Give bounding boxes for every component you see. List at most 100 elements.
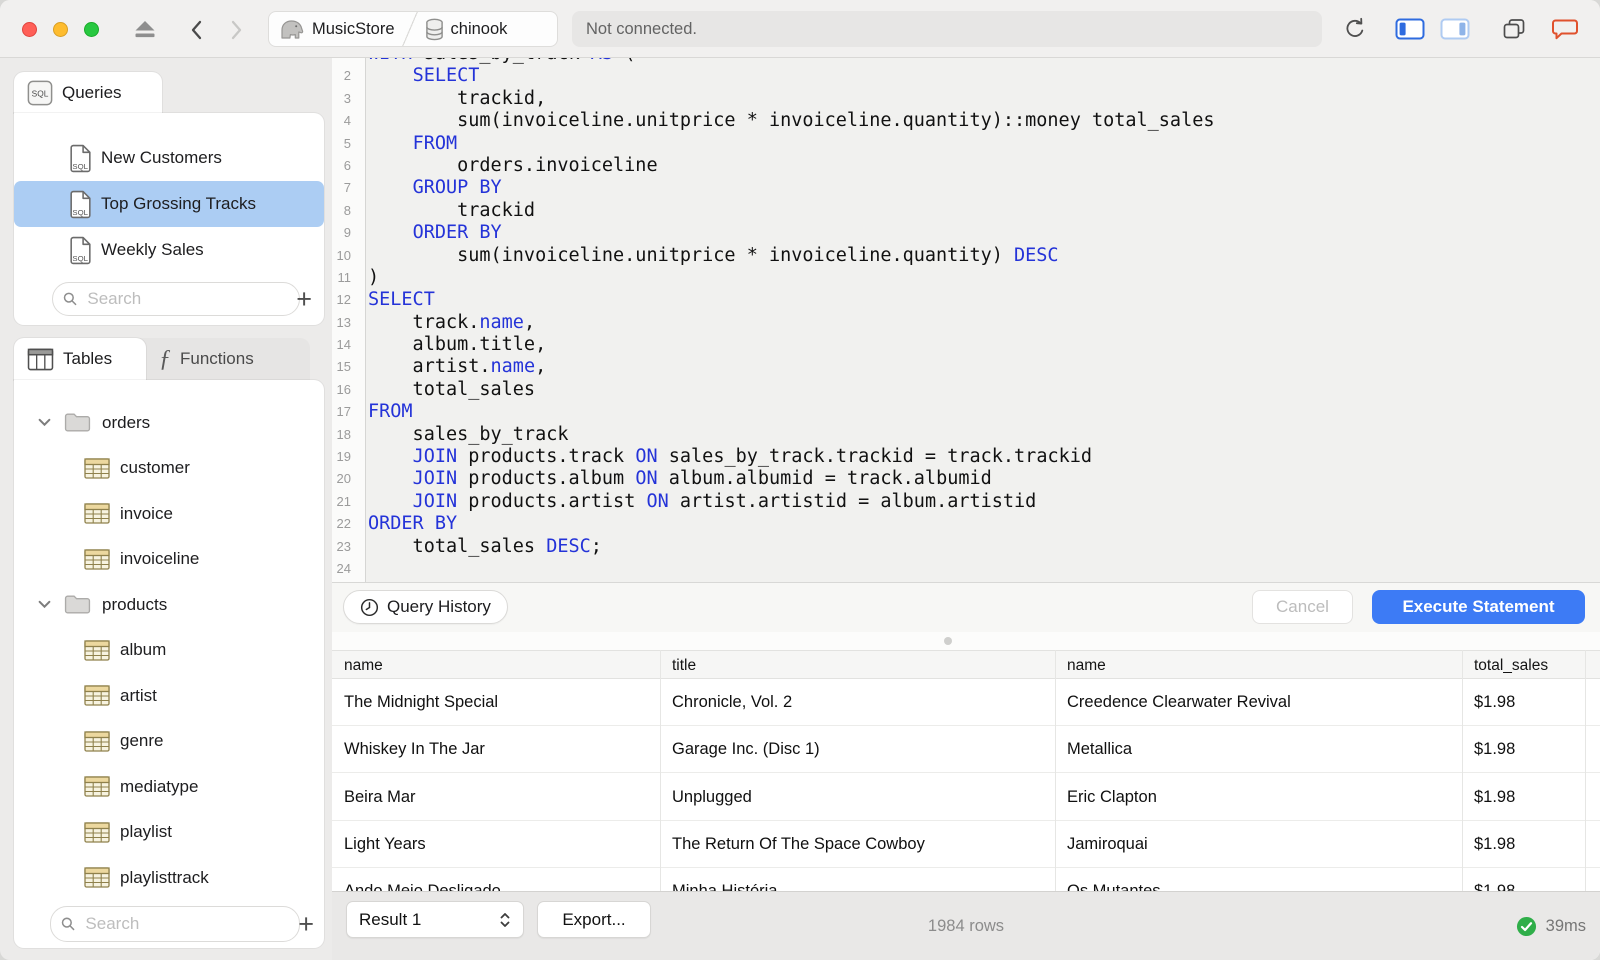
breadcrumb-server[interactable]: MusicStore xyxy=(269,12,405,46)
toggle-right-sidebar-button[interactable] xyxy=(1440,17,1470,41)
sql-editor[interactable]: 1WITH sales_by_track AS (2 SELECT3 track… xyxy=(332,58,1600,582)
tabs-overview-button[interactable] xyxy=(1501,17,1527,41)
tree-table-mediatype[interactable]: mediatype xyxy=(14,764,324,809)
tree-table-playlist[interactable]: playlist xyxy=(14,810,324,855)
tree-table-invoice[interactable]: invoice xyxy=(14,491,324,536)
column-header-name-2[interactable]: name xyxy=(1067,651,1106,680)
line-number: 3 xyxy=(343,90,351,106)
back-button[interactable] xyxy=(189,19,203,41)
tree-label: genre xyxy=(120,731,164,750)
breadcrumb-database[interactable]: chinook xyxy=(415,12,518,46)
tree-folder-products[interactable]: products xyxy=(14,582,324,627)
connection-status-field: Not connected. xyxy=(572,11,1322,47)
column-separator[interactable] xyxy=(1585,650,1586,891)
code-text: track.name, xyxy=(368,311,536,333)
add-table-button[interactable]: + xyxy=(292,910,320,939)
zoom-window-button[interactable] xyxy=(84,22,99,37)
column-separator[interactable] xyxy=(660,650,661,891)
result-cell: $1.98 xyxy=(1474,740,1516,759)
tables-search-input[interactable] xyxy=(83,913,289,935)
feedback-chat-button[interactable] xyxy=(1551,17,1579,41)
code-text: sum(invoiceline.unitprice * invoiceline.… xyxy=(368,110,1215,132)
tree-table-playlisttrack[interactable]: playlisttrack xyxy=(14,855,324,900)
minimize-window-button[interactable] xyxy=(53,22,68,37)
sql-file-icon: SQL xyxy=(70,190,91,218)
chevron-right-icon xyxy=(231,20,242,40)
line-number: 19 xyxy=(336,449,351,465)
export-button[interactable]: Export... xyxy=(537,901,651,938)
column-header-name-0[interactable]: name xyxy=(344,651,383,680)
add-query-button[interactable]: + xyxy=(290,285,318,314)
refresh-button[interactable] xyxy=(1343,17,1367,41)
close-window-button[interactable] xyxy=(22,22,37,37)
success-check-icon xyxy=(1516,916,1536,937)
results-splitter[interactable] xyxy=(332,632,1600,650)
column-separator[interactable] xyxy=(1462,650,1463,891)
result-row-2[interactable]: Beira Mar Unplugged Eric Clapton $1.98 xyxy=(332,773,1600,821)
result-selector[interactable]: Result 1 xyxy=(346,901,524,938)
tab-functions-label: Functions xyxy=(180,349,254,368)
queries-panel: SQL New Customers SQL Top Grossing Tracks … xyxy=(14,113,324,325)
tree-table-genre[interactable]: genre xyxy=(14,719,324,764)
tree-table-invoiceline[interactable]: invoiceline xyxy=(14,537,324,582)
code-text: trackid, xyxy=(368,87,547,109)
query-item-new-customers[interactable]: SQL New Customers xyxy=(14,135,324,181)
tab-tables[interactable]: Tables xyxy=(14,338,146,380)
result-row-4[interactable]: Ando Meio Desligado Minha História Os Muta… xyxy=(332,868,1600,891)
eject-button[interactable] xyxy=(133,20,157,38)
svg-text:SQL: SQL xyxy=(72,161,88,170)
tree-table-album[interactable]: album xyxy=(14,628,324,673)
column-header-title-1[interactable]: title xyxy=(672,651,696,680)
code-text: ORDER BY xyxy=(412,222,502,244)
result-cell: The Midnight Special xyxy=(344,693,499,711)
sql-file-icon: SQL xyxy=(70,236,91,264)
line-number: 20 xyxy=(336,471,351,487)
table-icon xyxy=(84,503,110,524)
line-number: 1 xyxy=(332,58,360,65)
code-text: album.title, xyxy=(368,334,547,356)
tree-label: invoice xyxy=(120,503,173,523)
result-cell: Whiskey In The Jar xyxy=(344,740,485,759)
result-row-3[interactable]: Light Years The Return Of The Space Cowbo… xyxy=(332,820,1600,868)
forward-button[interactable] xyxy=(230,19,244,41)
column-header-total-sales-3[interactable]: total_sales xyxy=(1474,651,1548,680)
chevron-down-icon[interactable] xyxy=(38,600,51,609)
code-line-9: 9 ORDER BY xyxy=(332,222,1600,244)
query-item-weekly-sales[interactable]: SQL Weekly Sales xyxy=(14,227,324,273)
editor-lines: 1WITH sales_by_track AS (2 SELECT3 track… xyxy=(332,58,1600,580)
line-number: 6 xyxy=(343,157,351,173)
results-grid: name title name total_sales The Midnight Sp… xyxy=(332,650,1600,891)
tree-table-customer[interactable]: customer xyxy=(14,446,324,491)
cancel-button[interactable]: Cancel xyxy=(1252,590,1353,624)
tree-folder-orders[interactable]: orders xyxy=(14,400,324,445)
code-text: FROM xyxy=(412,132,458,154)
code-text: JOIN products.artist ON artist.artistid … xyxy=(412,490,1037,512)
table-icon xyxy=(84,548,110,570)
column-separator[interactable] xyxy=(1055,650,1056,891)
result-cell: Jamiroquai xyxy=(1067,834,1148,853)
chevron-down-icon[interactable] xyxy=(38,418,51,427)
execute-statement-button[interactable]: Execute Statement xyxy=(1372,590,1585,624)
query-item-label: New Customers xyxy=(101,148,222,167)
sidebar-left-icon xyxy=(1395,18,1425,40)
result-row-1[interactable]: Whiskey In The Jar Garage Inc. (Disc 1) Me… xyxy=(332,726,1600,774)
query-item-top-grossing-tracks[interactable]: SQL Top Grossing Tracks xyxy=(14,181,324,227)
tree-label: invoiceline xyxy=(120,549,200,568)
toggle-left-sidebar-button[interactable] xyxy=(1395,17,1425,41)
table-icon xyxy=(84,639,110,661)
tab-queries[interactable]: SQL Queries xyxy=(14,72,162,113)
search-icon xyxy=(61,917,75,931)
queries-search-input[interactable] xyxy=(85,288,289,310)
line-number: 16 xyxy=(336,381,351,397)
code-text: GROUP BY xyxy=(412,177,502,199)
result-row-0[interactable]: The Midnight Special Chronicle, Vol. 2 Cre… xyxy=(332,679,1600,726)
tab-functions[interactable]: ƒ Functions xyxy=(146,338,310,380)
tab-queries-label: Queries xyxy=(62,82,122,102)
code-text: sum(invoiceline.unitprice * invoiceline.… xyxy=(368,244,1059,266)
tree-table-artist[interactable]: artist xyxy=(14,673,324,718)
code-line-13: 13 track.name, xyxy=(332,312,1600,334)
query-history-button[interactable]: Query History xyxy=(343,590,508,624)
result-cell: The Return Of The Space Cowboy xyxy=(672,834,925,853)
search-icon xyxy=(63,292,77,306)
